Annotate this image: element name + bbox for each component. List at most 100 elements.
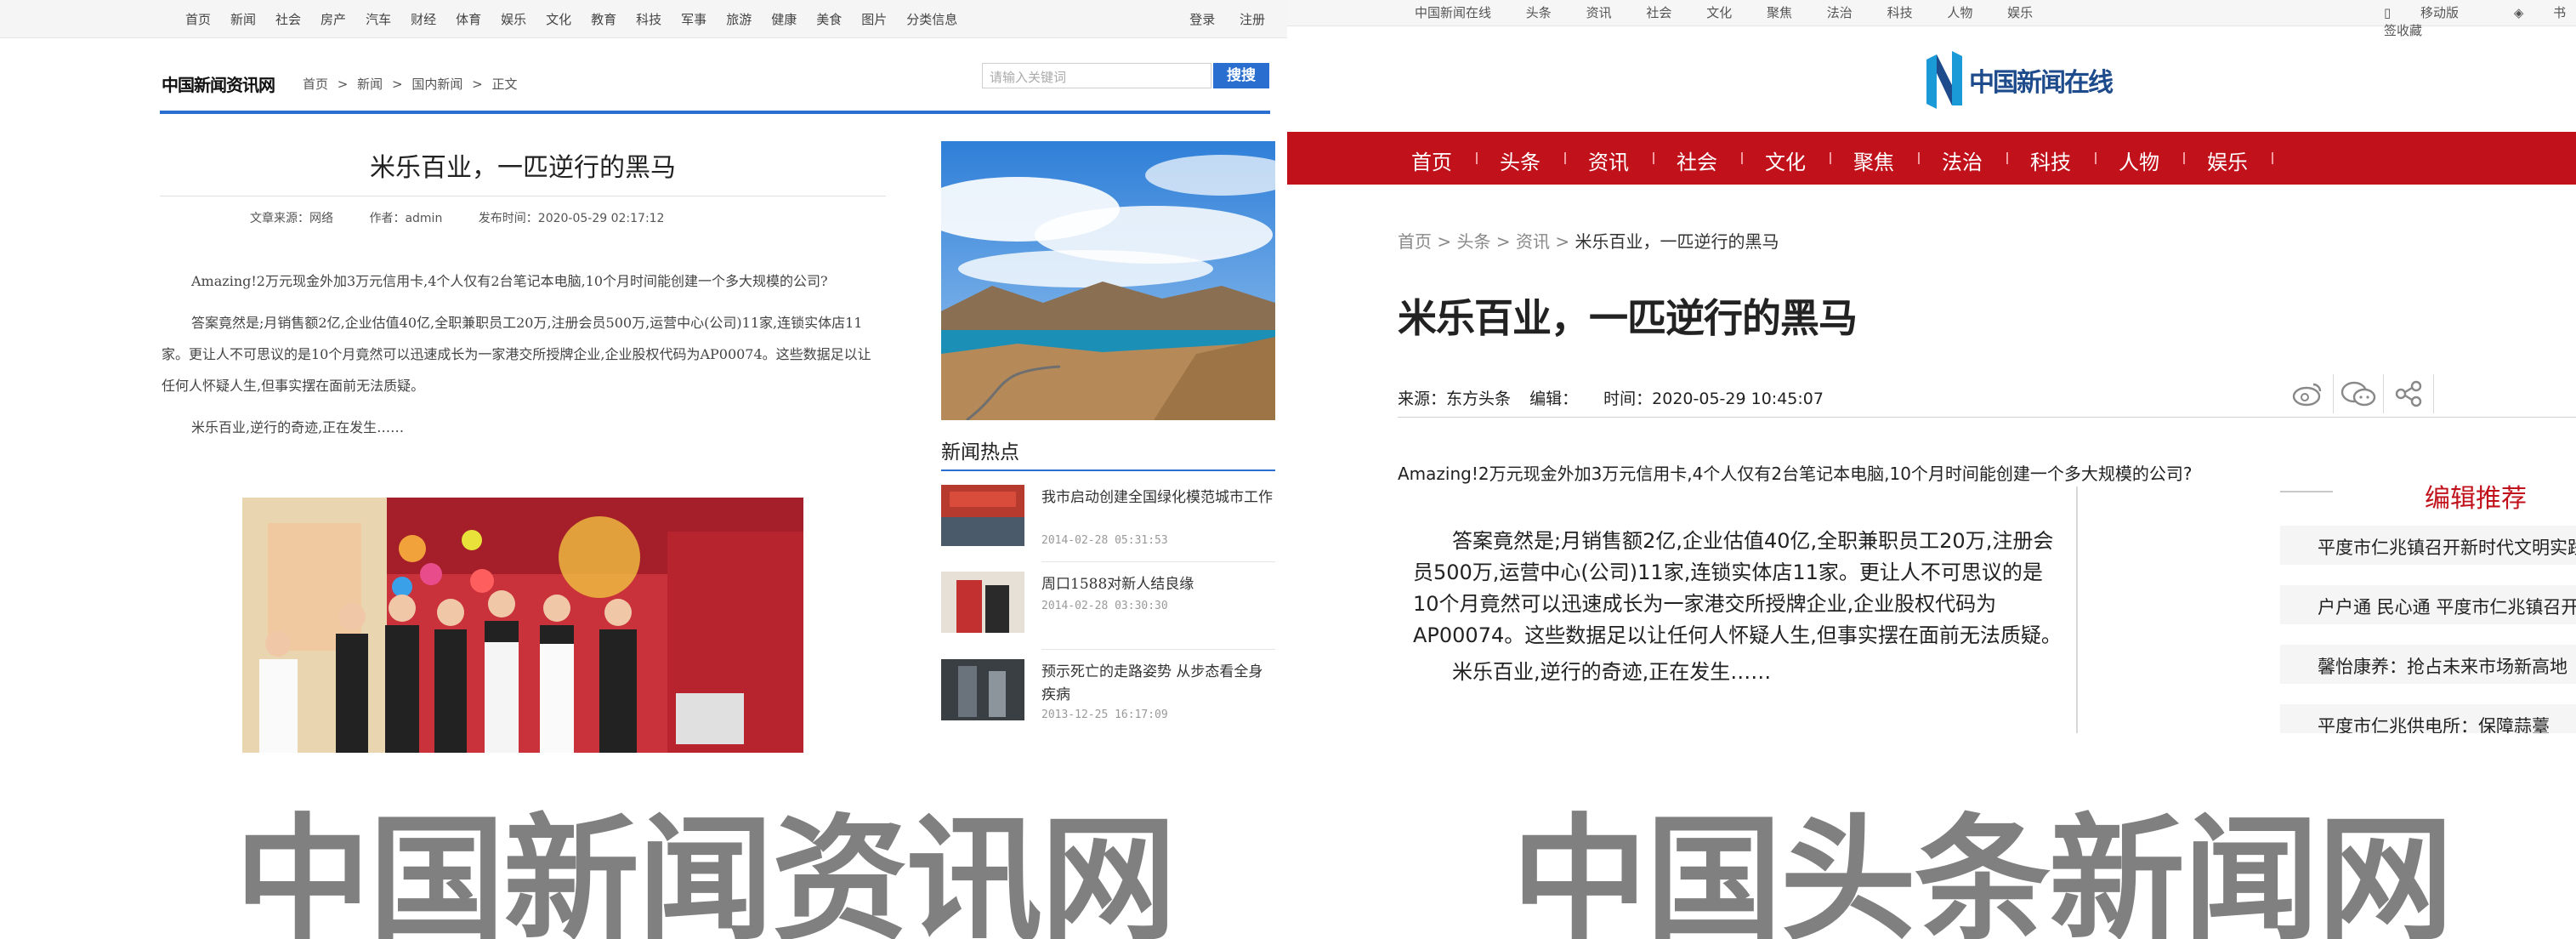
hot-news-item[interactable]: 预示死亡的走路姿势 从步态看全身疾病 2013-12-25 16:17:09 — [941, 659, 1275, 731]
left-topnav-item[interactable]: 图片 — [861, 10, 887, 28]
news-thumbnail[interactable] — [941, 659, 1024, 720]
breadcrumb: 首页 > 头条 > 资讯 > 米乐百业，一匹逆行的黑马 — [1398, 228, 1779, 253]
nav-item[interactable]: 娱乐 — [2207, 145, 2273, 175]
news-title[interactable]: 周口1588对新人结良缘 — [1041, 573, 1275, 596]
right-topnav-item[interactable]: 人物 — [1947, 5, 1972, 20]
article-body: 答案竟然是;月销售额2亿,企业估值40亿,全职兼职员工20万,注册会员500万,… — [1413, 526, 2066, 693]
search-input[interactable]: 请输入关键词 — [982, 63, 1211, 88]
left-topnav-item[interactable]: 分类信息 — [906, 10, 957, 28]
left-topnav-item[interactable]: 科技 — [636, 10, 661, 28]
article-paragraph: 答案竟然是;月销售额2亿,企业估值40亿,全职兼职员工20万,注册会员500万,… — [162, 315, 871, 394]
left-topnav-item[interactable]: 财经 — [411, 10, 436, 28]
search-button[interactable]: 搜搜 — [1213, 63, 1269, 88]
left-topnav-item[interactable]: 教育 — [591, 10, 616, 28]
breadcrumb-sep: > — [1495, 231, 1511, 252]
share-icon[interactable] — [2383, 374, 2433, 413]
sidebar-landscape-image[interactable] — [941, 141, 1275, 420]
mobile-version-link[interactable]: ▯ 移动版 — [2384, 5, 2484, 20]
left-topnav-item[interactable]: 娱乐 — [501, 10, 526, 28]
left-topnav-item[interactable]: 美食 — [816, 10, 842, 28]
breadcrumb-item[interactable]: 头条 — [1456, 231, 1490, 252]
recommend-link[interactable]: 平度市仁兆供电所：保障蒜薹 — [2318, 713, 2550, 733]
right-site-logo[interactable]: 中国新闻在线 — [1926, 51, 2114, 109]
hot-news-item[interactable]: 周口1588对新人结良缘 2014-02-28 03:30:30 — [941, 572, 1275, 650]
right-top-nav: 中国新闻在线 头条 资讯 社会 文化 聚焦 法治 科技 人物 娱乐 ▯ 移动版 … — [1287, 0, 2576, 38]
article-paragraph: Amazing!2万元现金外加3万元信用卡,4个人仅有2台笔记本电脑,10个月时… — [191, 273, 828, 289]
right-topnav-item[interactable]: 头条 — [1526, 5, 1552, 20]
left-topnav-item[interactable]: 房产 — [321, 10, 346, 28]
news-title[interactable]: 我市启动创建全国绿化模范城市工作 — [1041, 487, 1275, 509]
logo-mark-icon — [1926, 51, 1962, 109]
left-topnav-item[interactable]: 新闻 — [230, 10, 256, 28]
right-topnav-item[interactable]: 中国新闻在线 — [1415, 5, 1491, 20]
nav-item[interactable]: 头条 — [1500, 145, 1566, 175]
breadcrumb-item[interactable]: 国内新闻 — [411, 77, 462, 92]
left-topnav-item[interactable]: 汽车 — [366, 10, 391, 28]
recommend-link[interactable]: 平度市仁兆镇召开新时代文明实践 — [2318, 534, 2576, 560]
left-site-logo[interactable]: 中国新闻资讯网 — [162, 71, 275, 96]
news-thumbnail[interactable] — [941, 485, 1024, 546]
right-topnav-item[interactable]: 法治 — [1827, 5, 1853, 20]
left-topnav-item[interactable]: 社会 — [275, 10, 301, 28]
left-topnav-item[interactable]: 旅游 — [726, 10, 752, 28]
login-link[interactable]: 登录 — [1189, 12, 1215, 27]
recommend-item[interactable]: 户户通 民心通 平度市仁兆镇召开 — [2280, 585, 2576, 624]
news-title[interactable]: 预示死亡的走路姿势 从步态看全身疾病 — [1041, 661, 1275, 707]
nav-item[interactable]: 聚焦 — [1853, 145, 1920, 175]
breadcrumb-item[interactable]: 资讯 — [1516, 231, 1550, 252]
news-separator — [1041, 649, 1275, 650]
left-topnav-item[interactable]: 健康 — [771, 10, 797, 28]
news-date: 2014-02-28 03:30:30 — [1041, 600, 1168, 612]
hot-news-item[interactable]: 我市启动创建全国绿化模范城市工作 2014-02-28 05:31:53 — [941, 485, 1275, 562]
article-title: 米乐百业，一匹逆行的黑马 — [1398, 295, 1858, 341]
recommend-item[interactable]: 平度市仁兆供电所：保障蒜薹 — [2280, 704, 2576, 733]
wechat-share-icon[interactable] — [2333, 374, 2383, 413]
right-topnav-item[interactable]: 文化 — [1706, 5, 1732, 20]
recommend-link[interactable]: 馨怡康养：抢占未来市场新高地 — [2318, 653, 2567, 679]
right-topnav-item[interactable]: 社会 — [1646, 5, 1671, 20]
article-time: 2020-05-29 10:45:07 — [1652, 390, 1824, 408]
breadcrumb-item[interactable]: 首页 — [1398, 231, 1432, 252]
time-label: 时间： — [1603, 390, 1653, 408]
nav-item[interactable]: 首页 — [1411, 145, 1478, 175]
left-topnav-item[interactable]: 首页 — [185, 10, 211, 28]
article-source: 东方头条 — [1446, 390, 1512, 408]
left-topnav-item[interactable]: 军事 — [681, 10, 706, 28]
breadcrumb-item[interactable]: 新闻 — [357, 77, 383, 92]
article-photo — [242, 498, 803, 753]
nav-item[interactable]: 科技 — [2030, 145, 2097, 175]
recommend-item[interactable]: 平度市仁兆镇召开新时代文明实践 — [2280, 526, 2576, 565]
breadcrumb-item[interactable]: 首页 — [303, 77, 328, 92]
breadcrumb-sep: > — [1555, 231, 1570, 252]
column-divider — [2076, 487, 2078, 733]
breadcrumb-sep: > — [337, 77, 349, 92]
more-share-icon[interactable] — [2433, 374, 2483, 413]
right-topnav-item[interactable]: 资讯 — [1586, 5, 1612, 20]
news-thumbnail[interactable] — [941, 572, 1024, 633]
breadcrumb-sep: > — [391, 77, 403, 92]
right-site-screenshot: 中国新闻在线 头条 资讯 社会 文化 聚焦 法治 科技 人物 娱乐 ▯ 移动版 … — [1287, 0, 2576, 939]
nav-item[interactable]: 文化 — [1765, 145, 1831, 175]
weibo-share-icon[interactable] — [2284, 374, 2333, 413]
news-date: 2013-12-25 16:17:09 — [1041, 709, 1168, 721]
logo-text: 中国新闻在线 — [1969, 68, 2114, 98]
nav-item[interactable]: 资讯 — [1588, 145, 1654, 175]
right-topnav-item[interactable]: 娱乐 — [2007, 5, 2033, 20]
article-author: 作者：admin — [369, 212, 443, 225]
left-topnav-item[interactable]: 体育 — [456, 10, 481, 28]
recommend-link[interactable]: 户户通 民心通 平度市仁兆镇召开 — [2318, 594, 2576, 619]
nav-item[interactable]: 法治 — [1942, 145, 2008, 175]
breadcrumb-current: 正文 — [491, 77, 518, 92]
left-site-name-caption: 中国新闻资讯网 — [235, 800, 1177, 939]
recommend-item[interactable]: 馨怡康养：抢占未来市场新高地 — [2280, 645, 2576, 684]
nav-item[interactable]: 社会 — [1677, 145, 1743, 175]
right-topnav-item[interactable]: 聚焦 — [1767, 5, 1792, 20]
register-link[interactable]: 注册 — [1240, 12, 1265, 27]
article-title: 米乐百业，一匹逆行的黑马 — [370, 153, 676, 183]
left-topnav-item[interactable]: 文化 — [546, 10, 571, 28]
nav-item[interactable]: 人物 — [2119, 145, 2185, 175]
article-paragraph: 米乐百业,逆行的奇迹,正在发生…… — [1452, 660, 1772, 684]
article-paragraph: 米乐百业,逆行的奇迹,正在发生…… — [191, 419, 405, 435]
recommend-title: 编辑推荐 — [2425, 484, 2527, 514]
right-topnav-item[interactable]: 科技 — [1887, 5, 1913, 20]
